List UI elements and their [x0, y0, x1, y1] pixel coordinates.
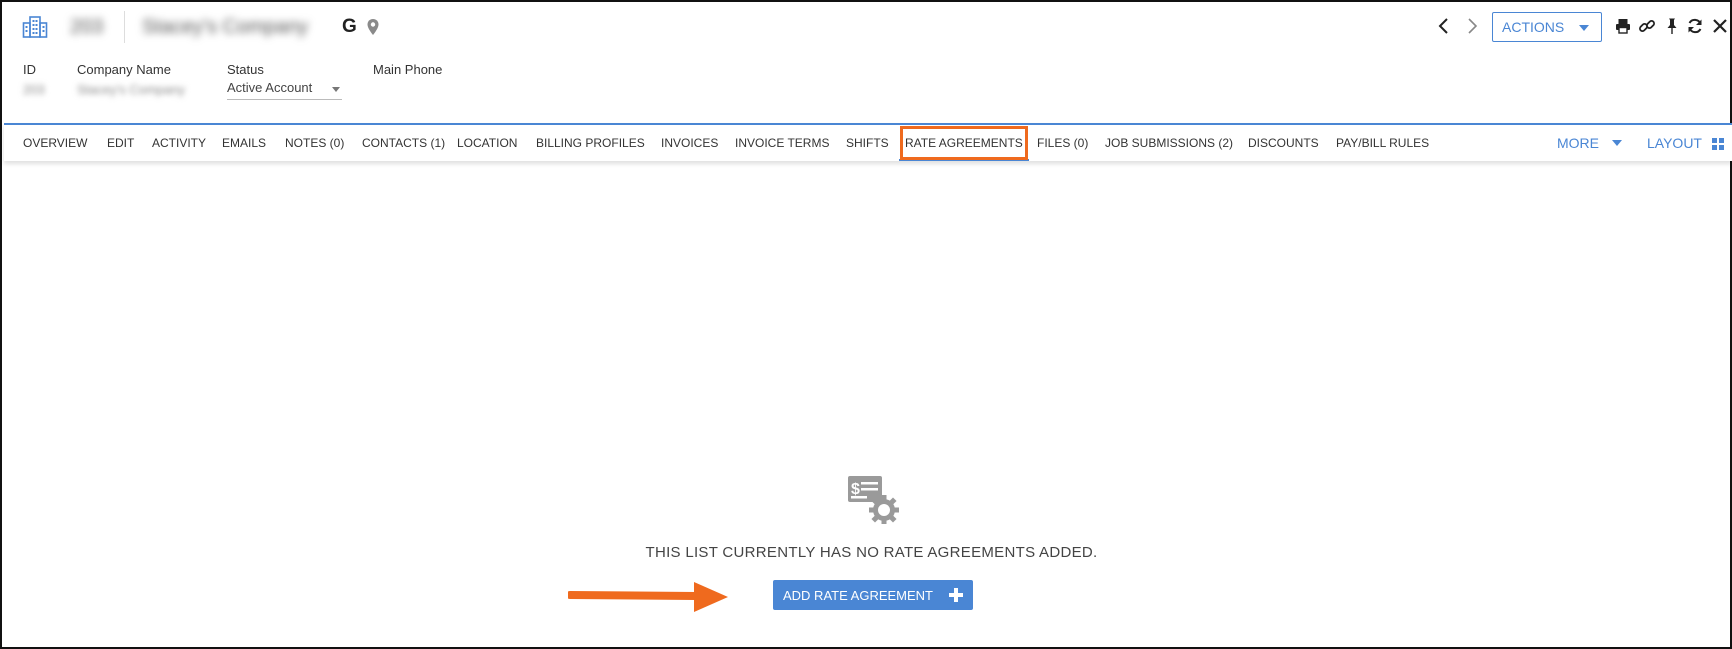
company-building-icon [22, 16, 48, 38]
caret-down-icon [332, 87, 340, 92]
actions-label: ACTIONS [1502, 19, 1565, 35]
tab-invoice-terms[interactable]: INVOICE TERMS [735, 125, 829, 161]
chevron-right-icon[interactable] [1464, 16, 1480, 36]
tab-overview[interactable]: OVERVIEW [23, 125, 87, 161]
layout-button[interactable]: LAYOUT [1647, 125, 1702, 161]
main-phone-field-label: Main Phone [373, 62, 443, 77]
refresh-icon[interactable] [1686, 17, 1704, 35]
tab-billing-profiles[interactable]: BILLING PROFILES [536, 125, 645, 161]
layout-grid-icon[interactable] [1712, 138, 1724, 150]
tab-job-submissions[interactable]: JOB SUBMISSIONS (2) [1105, 125, 1233, 161]
tab-activity[interactable]: ACTIVITY [152, 125, 206, 161]
status-select[interactable]: Active Account [227, 80, 342, 100]
record-id-title: 203 [70, 16, 104, 38]
plus-icon [949, 588, 963, 602]
company-name-field-value: Stacey's Company [77, 82, 185, 97]
company-title: Stacey's Company [142, 16, 309, 38]
id-field-label: ID [23, 62, 36, 77]
tab-location[interactable]: LOCATION [457, 125, 517, 161]
google-icon[interactable]: G [342, 16, 357, 38]
tab-contacts[interactable]: CONTACTS (1) [362, 125, 445, 161]
tab-pay-bill-rules[interactable]: PAY/BILL RULES [1336, 125, 1429, 161]
pin-icon[interactable] [1663, 17, 1681, 35]
tab-invoices[interactable]: INVOICES [661, 125, 718, 161]
record-tabs-bar: OVERVIEW EDIT ACTIVITY EMAILS NOTES (0) … [4, 123, 1732, 161]
record-window: 203 Stacey's Company G ACTIONS ID 203 Co… [0, 0, 1732, 649]
chevron-left-icon[interactable] [1436, 16, 1452, 36]
tab-discounts[interactable]: DISCOUNTS [1248, 125, 1319, 161]
svg-text:$: $ [851, 481, 860, 498]
actions-dropdown-button[interactable]: ACTIONS [1492, 12, 1602, 42]
tab-emails[interactable]: EMAILS [222, 125, 266, 161]
more-tabs-button[interactable]: MORE [1557, 125, 1599, 161]
caret-down-icon[interactable] [1612, 140, 1622, 146]
add-rate-agreement-button[interactable]: ADD RATE AGREEMENT [773, 580, 973, 610]
tab-shifts[interactable]: SHIFTS [846, 125, 889, 161]
tab-files[interactable]: FILES (0) [1037, 125, 1088, 161]
title-divider [124, 11, 125, 43]
empty-list-message: THIS LIST CURRENTLY HAS NO RATE AGREEMEN… [645, 544, 1098, 561]
print-icon[interactable] [1614, 17, 1632, 35]
tab-highlight-annotation [900, 126, 1028, 160]
map-pin-icon[interactable] [366, 18, 380, 36]
tab-edit[interactable]: EDIT [107, 125, 134, 161]
arrow-annotation [568, 582, 728, 612]
rate-agreement-icon: $ [848, 476, 899, 524]
caret-down-icon [1579, 25, 1589, 31]
company-name-field-label: Company Name [77, 62, 171, 77]
close-icon[interactable] [1711, 17, 1729, 35]
status-select-value: Active Account [227, 80, 313, 95]
add-rate-agreement-label: ADD RATE AGREEMENT [783, 587, 934, 603]
link-icon[interactable] [1638, 17, 1656, 35]
id-field-value: 203 [23, 82, 45, 97]
tab-notes[interactable]: NOTES (0) [285, 125, 344, 161]
status-field-label: Status [227, 62, 264, 77]
